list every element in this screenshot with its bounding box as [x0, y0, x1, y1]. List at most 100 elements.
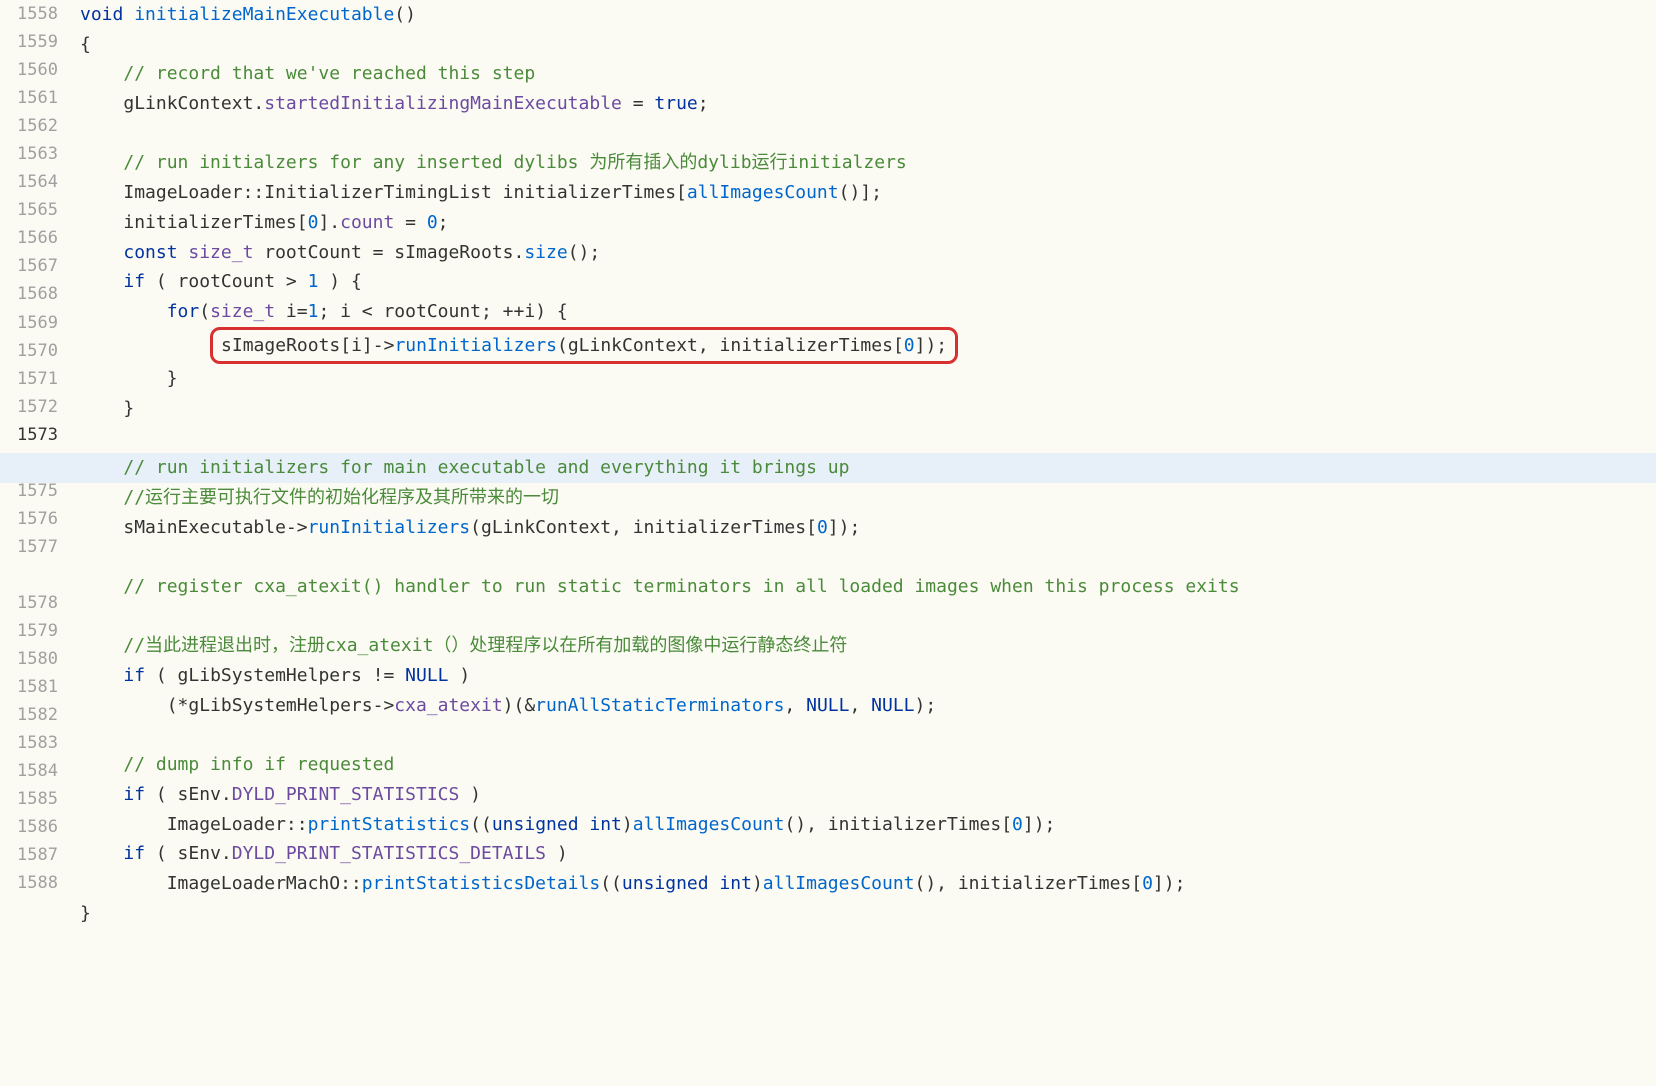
code-content[interactable]: void initializeMainExecutable() { // rec…: [72, 0, 1656, 958]
line-number[interactable]: 1576: [0, 505, 58, 533]
code-line[interactable]: // dump info if requested: [80, 750, 1656, 780]
keyword-const: const: [80, 242, 178, 263]
line-number[interactable]: 1584: [0, 757, 58, 785]
code-line[interactable]: [80, 928, 1656, 958]
line-number[interactable]: 1587: [0, 841, 58, 869]
code-text: (gLinkContext, initializerTimes[: [470, 517, 817, 538]
code-line[interactable]: void initializeMainExecutable(): [80, 0, 1656, 30]
code-line[interactable]: gLinkContext.startedInitializingMainExec…: [80, 89, 1656, 119]
line-number[interactable]: 1580: [0, 645, 58, 673]
code-line[interactable]: [80, 424, 1656, 454]
code-line[interactable]: [80, 119, 1656, 149]
code-line[interactable]: sMainExecutable->runInitializers(gLinkCo…: [80, 513, 1656, 543]
code-text: ,: [849, 695, 871, 716]
code-line[interactable]: //当此进程退出时，注册cxa_atexit（）处理程序以在所有加载的图像中运行…: [80, 631, 1656, 661]
property: DYLD_PRINT_STATISTICS: [232, 784, 460, 805]
code-line[interactable]: }: [80, 364, 1656, 394]
property: cxa_atexit: [394, 695, 502, 716]
type: size_t: [210, 301, 275, 322]
line-number-active[interactable]: 1573: [0, 421, 58, 449]
code-line[interactable]: ImageLoader::printStatistics((unsigned i…: [80, 810, 1656, 840]
line-number[interactable]: 1577: [0, 533, 58, 589]
code-line[interactable]: initializerTimes[0].count = 0;: [80, 208, 1656, 238]
line-number[interactable]: 1585: [0, 785, 58, 813]
code-line[interactable]: if ( sEnv.DYLD_PRINT_STATISTICS ): [80, 780, 1656, 810]
number: 0: [308, 212, 319, 233]
keyword-void: void: [80, 4, 123, 25]
line-number[interactable]: 1571: [0, 365, 58, 393]
line-number[interactable]: 1558: [0, 0, 58, 28]
line-number[interactable]: 1564: [0, 168, 58, 196]
code-line[interactable]: // record that we've reached this step: [80, 59, 1656, 89]
line-number[interactable]: 1588: [0, 869, 58, 897]
line-number[interactable]: 1586: [0, 813, 58, 841]
code-text: ( rootCount >: [145, 271, 308, 292]
code-line[interactable]: const size_t rootCount = sImageRoots.siz…: [80, 238, 1656, 268]
line-number[interactable]: 1561: [0, 84, 58, 112]
code-text: ImageLoader::: [80, 814, 308, 835]
code-line[interactable]: [80, 542, 1656, 572]
number: 0: [1142, 873, 1153, 894]
line-number[interactable]: 1566: [0, 224, 58, 252]
keyword-for: for: [80, 301, 199, 322]
function-call: allImagesCount: [687, 182, 839, 203]
code-line[interactable]: for(size_t i=1; i < rootCount; ++i) {: [80, 297, 1656, 327]
comment: // run initializers for main executable …: [80, 457, 849, 478]
line-number[interactable]: 1578: [0, 589, 58, 617]
code-line[interactable]: if ( rootCount > 1 ) {: [80, 267, 1656, 297]
function-call: allImagesCount: [763, 873, 915, 894]
line-number[interactable]: 1559: [0, 28, 58, 56]
code-line[interactable]: ImageLoader::InitializerTimingList initi…: [80, 178, 1656, 208]
code-text: =: [622, 93, 655, 114]
comment: // record that we've reached this step: [80, 63, 535, 84]
line-number[interactable]: 1569: [0, 309, 58, 337]
keyword-if: if: [80, 784, 145, 805]
code-text: ImageLoader::InitializerTimingList initi…: [80, 182, 687, 203]
code-text: (: [199, 301, 210, 322]
line-number[interactable]: 1579: [0, 617, 58, 645]
code-line[interactable]: // register cxa_atexit() handler to run …: [80, 572, 1656, 631]
code-text: sMainExecutable->: [80, 517, 308, 538]
code-line[interactable]: if ( gLibSystemHelpers != NULL ): [80, 661, 1656, 691]
code-text: ) {: [318, 271, 361, 292]
code-text: ): [459, 784, 481, 805]
line-number[interactable]: 1563: [0, 140, 58, 168]
code-text: ): [752, 873, 763, 894]
code-line[interactable]: [80, 721, 1656, 751]
function-call: printStatistics: [308, 814, 471, 835]
code-text: )(&: [503, 695, 536, 716]
function-call: allImagesCount: [633, 814, 785, 835]
code-text: ]);: [1023, 814, 1056, 835]
number: 0: [1012, 814, 1023, 835]
code-line-active[interactable]: // run initializers for main executable …: [0, 453, 1656, 483]
number: 1: [308, 271, 319, 292]
function-call: runInitializers: [308, 517, 471, 538]
line-number[interactable]: 1568: [0, 280, 58, 308]
line-number[interactable]: 1581: [0, 673, 58, 701]
line-number[interactable]: 1567: [0, 252, 58, 280]
keyword-type: unsigned int: [622, 873, 752, 894]
code-text: );: [915, 695, 937, 716]
null-literal: NULL: [405, 665, 448, 686]
line-number[interactable]: 1572: [0, 393, 58, 421]
code-line[interactable]: }: [80, 394, 1656, 424]
code-line[interactable]: (*gLibSystemHelpers->cxa_atexit)(&runAll…: [80, 691, 1656, 721]
code-line[interactable]: //运行主要可执行文件的初始化程序及其所带来的一切: [80, 483, 1656, 513]
line-number[interactable]: 1565: [0, 196, 58, 224]
code-line[interactable]: ImageLoaderMachO::printStatisticsDetails…: [80, 869, 1656, 899]
line-number[interactable]: 1582: [0, 701, 58, 729]
code-text: =: [394, 212, 427, 233]
line-number[interactable]: 1562: [0, 112, 58, 140]
line-number[interactable]: 1570: [0, 337, 58, 365]
code-line[interactable]: {: [80, 30, 1656, 60]
code-line[interactable]: if ( sEnv.DYLD_PRINT_STATISTICS_DETAILS …: [80, 839, 1656, 869]
code-line[interactable]: }: [80, 899, 1656, 929]
code-line[interactable]: sImageRoots[i]->runInitializers(gLinkCon…: [80, 327, 1656, 365]
line-number[interactable]: 1583: [0, 729, 58, 757]
code-line[interactable]: // run initialzers for any inserted dyli…: [80, 148, 1656, 178]
function-call: size: [524, 242, 567, 263]
line-number[interactable]: 1560: [0, 56, 58, 84]
null-literal: NULL: [806, 695, 849, 716]
code-text: ((: [600, 873, 622, 894]
code-text: ]);: [915, 335, 948, 356]
